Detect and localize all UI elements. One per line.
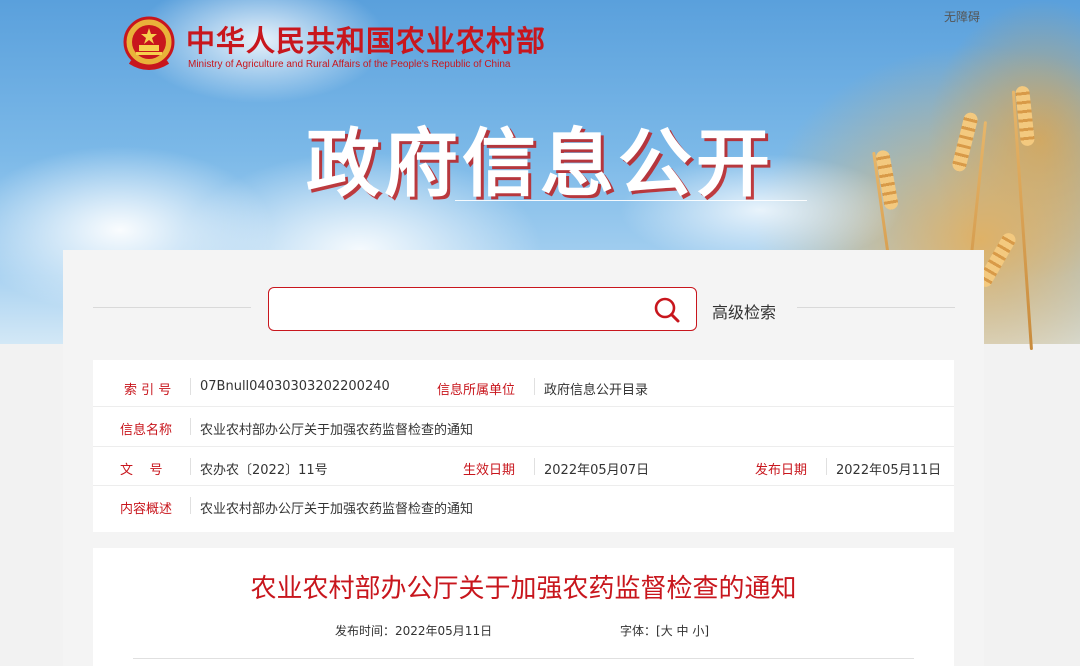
font-size-control: 字体：[大 中 小] [620,622,709,639]
publish-date-value: 2022年05月11日 [836,463,942,478]
font-size-close: ] [704,624,710,638]
divider [93,307,251,308]
separator [190,458,191,475]
site-title-english: Ministry of Agriculture and Rural Affair… [188,59,511,70]
font-large-button[interactable]: 大 [661,624,673,638]
publish-date-label: 发布日期 [755,463,808,478]
name-value: 农业农村部办公厅关于加强农药监督检查的通知 [200,423,474,438]
section-title: 政府信息公开 [306,121,774,207]
separator [534,458,535,475]
separator [826,458,827,475]
info-row: 内容概述 农业农村部办公厅关于加强农药监督检查的通知 [93,485,954,524]
summary-label: 内容概述 [120,502,173,517]
doc-number-label: 文 号 [120,463,163,478]
article: 农业农村部办公厅关于加强农药监督检查的通知 发布时间：2022年05月11日 字… [93,548,954,666]
accessibility-link[interactable]: 无障碍 [944,8,980,25]
summary-value: 农业农村部办公厅关于加强农药监督检查的通知 [200,502,474,517]
search-input[interactable] [279,294,639,324]
separator [190,418,191,435]
wheat-decoration [950,111,980,173]
advanced-search-link[interactable]: 高级检索 [712,299,776,323]
font-medium-button[interactable]: 中 [677,624,689,638]
separator [534,378,535,395]
font-size-label: 字体：[ [620,624,661,638]
font-small-button[interactable]: 小 [692,624,704,638]
effective-date-label: 生效日期 [463,463,516,478]
info-row: 索 引 号 07Bnull04030303202200240 信息所属单位 政府… [93,367,954,406]
divider [797,307,955,308]
index-label: 索 引 号 [124,383,172,398]
doc-number-value: 农办农〔2022〕11号 [200,463,328,478]
title-underline [455,200,807,201]
effective-date-value: 2022年05月07日 [544,463,650,478]
separator [190,497,191,514]
info-row: 文 号 农办农〔2022〕11号 生效日期 2022年05月07日 发布日期 2… [93,446,954,485]
name-label: 信息名称 [120,423,173,438]
article-title: 农业农村部办公厅关于加强农药监督检查的通知 [250,574,797,604]
unit-value: 政府信息公开目录 [544,383,649,398]
national-emblem-icon[interactable] [122,16,176,74]
search-icon[interactable] [652,296,682,324]
divider [133,658,914,659]
search-box [268,287,697,331]
info-row: 信息名称 农业农村部办公厅关于加强农药监督检查的通知 [93,406,954,445]
publish-time: 发布时间：2022年05月11日 [335,624,493,638]
info-table: 索 引 号 07Bnull04030303202200240 信息所属单位 政府… [93,360,954,532]
index-value: 07Bnull04030303202200240 [200,379,390,394]
unit-label: 信息所属单位 [437,383,516,398]
site-title[interactable]: 中华人民共和国农业农村部 [186,18,546,60]
separator [190,378,191,395]
